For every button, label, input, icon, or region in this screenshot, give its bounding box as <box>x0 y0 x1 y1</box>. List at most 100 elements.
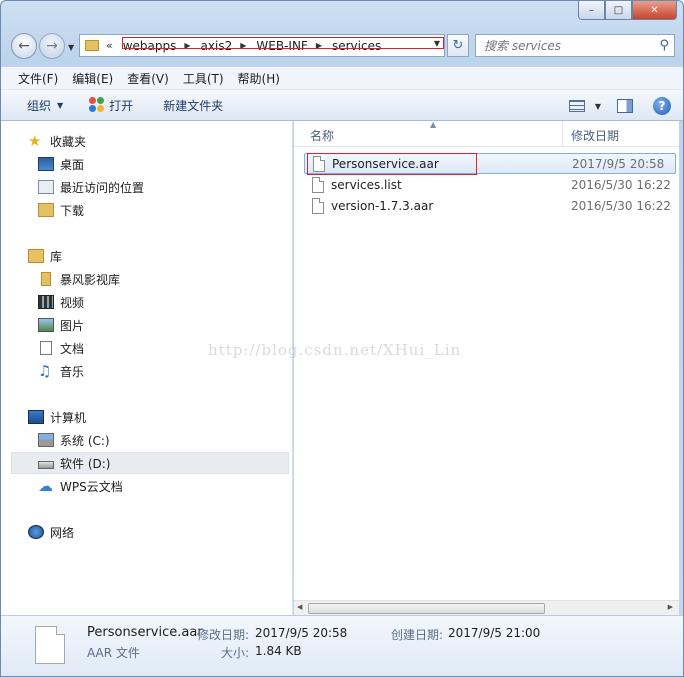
file-list-pane: ▲ 名称 修改日期 Personservice.aar 2017/9/5 20:… <box>294 120 679 615</box>
open-with-icon <box>89 97 105 113</box>
forward-button[interactable]: → <box>39 33 65 59</box>
sidebar-item-wps-cloud[interactable]: ☁ WPS云文档 <box>38 476 123 496</box>
close-button[interactable]: ✕ <box>632 1 677 20</box>
details-type: AAR 文件 <box>87 646 140 660</box>
help-icon[interactable]: ? <box>653 97 671 115</box>
view-options-dropdown-icon[interactable]: ▼ <box>595 102 601 111</box>
sidebar-item-recent-places[interactable]: 最近访问的位置 <box>38 177 144 197</box>
system-drive-icon <box>38 433 54 447</box>
cloud-icon: ☁ <box>38 477 53 495</box>
sidebar-item-network[interactable]: 网络 <box>28 522 74 542</box>
downloads-folder-icon <box>38 203 54 217</box>
recent-places-icon <box>38 180 54 194</box>
back-arrow-icon: ← <box>18 38 30 54</box>
details-created-label: 创建日期: <box>391 628 444 642</box>
sidebar-item-label: 暴风影视库 <box>60 272 121 287</box>
sidebar-item-pictures[interactable]: 图片 <box>38 315 84 335</box>
menu-edit[interactable]: 编辑(E) <box>65 70 120 87</box>
change-view-icon[interactable] <box>568 100 585 112</box>
sidebar-item-downloads[interactable]: 下载 <box>38 200 84 220</box>
caption-buttons: – □ ✕ <box>578 1 677 21</box>
scrollbar-thumb[interactable] <box>308 603 545 614</box>
address-highlight-box <box>122 37 444 49</box>
organize-label: 组织 <box>27 98 52 113</box>
scroll-right-icon[interactable]: ▶ <box>668 603 673 611</box>
video-icon <box>38 295 54 309</box>
search-input[interactable] <box>484 38 654 53</box>
horizontal-scrollbar[interactable]: ◀ ▶ <box>294 600 679 615</box>
details-pane: Personservice.aar AAR 文件 修改日期: 2017/9/5 … <box>1 615 683 676</box>
sidebar-item-label: 系统 (C:) <box>60 433 110 448</box>
sidebar-item-label: 文档 <box>60 341 85 356</box>
sidebar-item-label: WPS云文档 <box>60 479 123 494</box>
open-button[interactable]: 打开 <box>89 97 133 114</box>
menu-tools[interactable]: 工具(T) <box>176 70 231 87</box>
sidebar-item-favorites[interactable]: ★ 收藏夹 <box>28 131 86 151</box>
details-modified-value: 2017/9/5 20:58 <box>255 626 348 640</box>
details-size-value: 1.84 KB <box>255 644 302 658</box>
column-divider[interactable] <box>562 121 563 147</box>
menu-view[interactable]: 查看(V) <box>120 70 176 87</box>
file-modified-date: 2017/9/5 20:58 <box>572 157 665 171</box>
refresh-button[interactable]: ↻ <box>447 34 469 57</box>
file-preview-icon <box>35 626 65 664</box>
desktop-icon <box>38 157 54 171</box>
pictures-icon <box>38 318 54 332</box>
sidebar-item-drive-c[interactable]: 系统 (C:) <box>38 430 110 450</box>
organize-button[interactable]: 组织 ▼ <box>27 97 63 114</box>
sidebar-item-label: 视频 <box>60 295 85 310</box>
sidebar-item-label: 下载 <box>60 203 85 218</box>
sidebar-item-label: 收藏夹 <box>50 134 87 149</box>
explorer-window: – □ ✕ ← → ▼ « webapps ▶ axis2 ▶ WEB-INF … <box>0 0 684 677</box>
sidebar-item-label: 库 <box>50 249 63 264</box>
sidebar-item-label: 图片 <box>60 318 85 333</box>
sidebar-item-storm-library[interactable]: 暴风影视库 <box>38 269 120 289</box>
back-button[interactable]: ← <box>11 33 37 59</box>
file-modified-date: 2016/5/30 16:22 <box>571 199 671 213</box>
search-box[interactable]: ⚲ <box>475 34 675 57</box>
menu-bar: 文件(F) 编辑(E) 查看(V) 工具(T) 帮助(H) <box>1 66 683 89</box>
menu-file[interactable]: 文件(F) <box>11 70 65 87</box>
new-folder-label: 新建文件夹 <box>163 98 224 113</box>
music-icon: ♫ <box>38 362 52 380</box>
sidebar-item-videos[interactable]: 视频 <box>38 292 84 312</box>
file-modified-date: 2016/5/30 16:22 <box>571 178 671 192</box>
file-row[interactable]: services.list 2016/5/30 16:22 <box>304 175 676 196</box>
details-filename: Personservice.aar <box>87 625 203 640</box>
drive-icon <box>38 460 54 469</box>
menu-help[interactable]: 帮助(H) <box>231 70 287 87</box>
folder-icon <box>41 272 51 286</box>
scroll-left-icon[interactable]: ◀ <box>297 603 302 611</box>
command-bar: 组织 ▼ 打开 新建文件夹 ▼ ? <box>1 89 683 121</box>
forward-arrow-icon: → <box>46 38 58 54</box>
sidebar-item-desktop[interactable]: 桌面 <box>38 154 84 174</box>
minimize-button[interactable]: – <box>578 1 605 20</box>
file-row[interactable]: version-1.7.3.aar 2016/5/30 16:22 <box>304 196 676 217</box>
new-folder-button[interactable]: 新建文件夹 <box>163 97 223 114</box>
details-created-value: 2017/9/5 21:00 <box>448 626 541 640</box>
search-icon[interactable]: ⚲ <box>659 38 669 53</box>
documents-icon <box>40 341 52 355</box>
file-icon <box>312 198 324 214</box>
address-overflow[interactable]: « <box>106 39 113 52</box>
sidebar-item-documents[interactable]: 文档 <box>38 338 84 358</box>
preview-pane-icon[interactable] <box>617 99 633 113</box>
details-modified-label: 修改日期: <box>197 628 250 642</box>
sidebar-item-label: 音乐 <box>60 364 85 379</box>
column-header-name[interactable]: 名称 <box>310 127 334 144</box>
sidebar-item-label: 软件 (D:) <box>60 456 111 471</box>
sidebar-item-drive-d[interactable]: 软件 (D:) <box>38 453 110 473</box>
sidebar-item-music[interactable]: ♫ 音乐 <box>38 361 84 381</box>
maximize-button[interactable]: □ <box>605 1 632 20</box>
column-header-modified[interactable]: 修改日期 <box>571 127 619 144</box>
sidebar-item-computer[interactable]: 计算机 <box>28 407 86 427</box>
file-icon <box>312 177 324 193</box>
navigation-pane: ★ 收藏夹 桌面 最近访问的位置 下载 库 暴风影视库 视频 图片 文档 ♫ 音… <box>1 121 293 615</box>
sidebar-item-libraries[interactable]: 库 <box>28 246 62 266</box>
star-icon: ★ <box>28 132 42 150</box>
file-highlight-box <box>307 153 477 175</box>
file-name: version-1.7.3.aar <box>331 199 434 213</box>
recent-pages-dropdown-icon[interactable]: ▼ <box>68 43 74 52</box>
chevron-down-icon: ▼ <box>57 100 64 110</box>
sidebar-item-label: 计算机 <box>50 410 87 425</box>
